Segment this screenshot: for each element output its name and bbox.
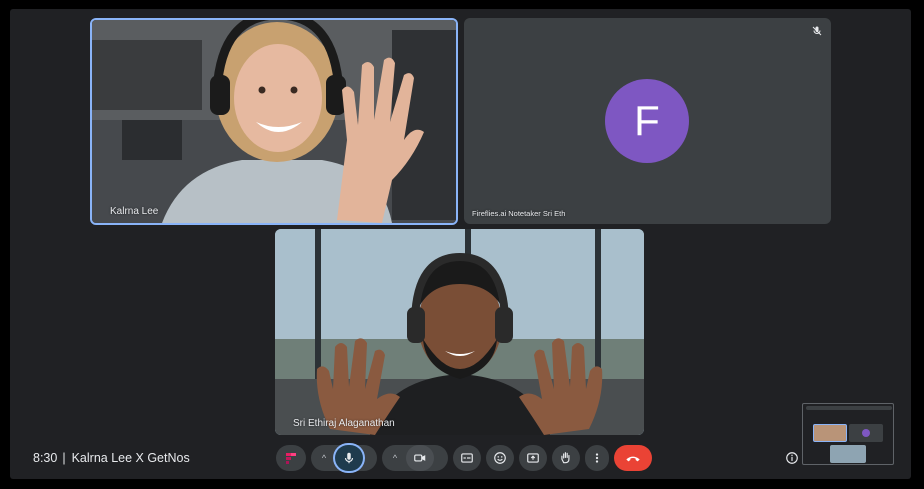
hand-icon (561, 452, 570, 464)
meeting-title: Kalrna Lee X GetNos (71, 451, 190, 465)
participant-video (92, 20, 456, 223)
meeting-info: 8:30 | Kalrna Lee X GetNos (33, 451, 190, 465)
fireflies-button[interactable] (276, 445, 306, 471)
mini-tile (849, 424, 883, 442)
audio-controls: ^ (311, 445, 377, 471)
info-icon[interactable] (785, 451, 799, 465)
participant-tile-fireflies[interactable]: F Fireflies.ai Notetaker Sri Eth (464, 18, 831, 224)
avatar: F (605, 79, 689, 163)
controls-group: ^ ^ (276, 444, 652, 472)
present-icon (527, 453, 539, 463)
participant-video (275, 229, 644, 435)
video-controls: ^ (382, 445, 448, 471)
self-view-thumbnail[interactable] (802, 403, 894, 465)
end-call-icon (626, 456, 640, 462)
call-control-bar: 8:30 | Kalrna Lee X GetNos ^ ^ (10, 443, 911, 479)
participant-tile-sri[interactable]: Sri Ethiraj Alaganathan (275, 229, 644, 435)
emoji-icon (494, 452, 506, 464)
mini-tile (813, 424, 847, 442)
camera-button[interactable] (406, 445, 434, 471)
camera-icon (414, 454, 426, 462)
mini-tile (830, 445, 866, 463)
end-call-button[interactable] (614, 445, 652, 471)
participant-name: Kalrna Lee (110, 206, 159, 217)
reactions-button[interactable] (486, 445, 514, 471)
separator: | (62, 451, 66, 465)
audio-options-caret[interactable]: ^ (317, 453, 331, 463)
mic-icon (344, 452, 354, 464)
captions-icon (461, 453, 473, 463)
captions-button[interactable] (453, 445, 481, 471)
meeting-stage: Kalrna Lee F Fireflies.ai Notetaker Sri … (10, 9, 911, 479)
participant-name: Sri Ethiraj Alaganathan (293, 418, 395, 429)
mic-button[interactable] (335, 445, 363, 471)
mic-off-icon (812, 26, 822, 36)
mini-toolbar (806, 406, 892, 410)
participant-tile-kalrna[interactable]: Kalrna Lee (90, 18, 458, 225)
fireflies-icon (286, 453, 296, 464)
video-options-caret[interactable]: ^ (388, 453, 402, 463)
present-button[interactable] (519, 445, 547, 471)
meeting-time: 8:30 (33, 451, 58, 465)
raise-hand-button[interactable] (552, 445, 580, 471)
mini-avatar (862, 429, 870, 437)
participant-name: Fireflies.ai Notetaker Sri Eth (472, 209, 566, 218)
more-options-button[interactable] (585, 445, 609, 471)
more-vert-icon (595, 453, 599, 463)
